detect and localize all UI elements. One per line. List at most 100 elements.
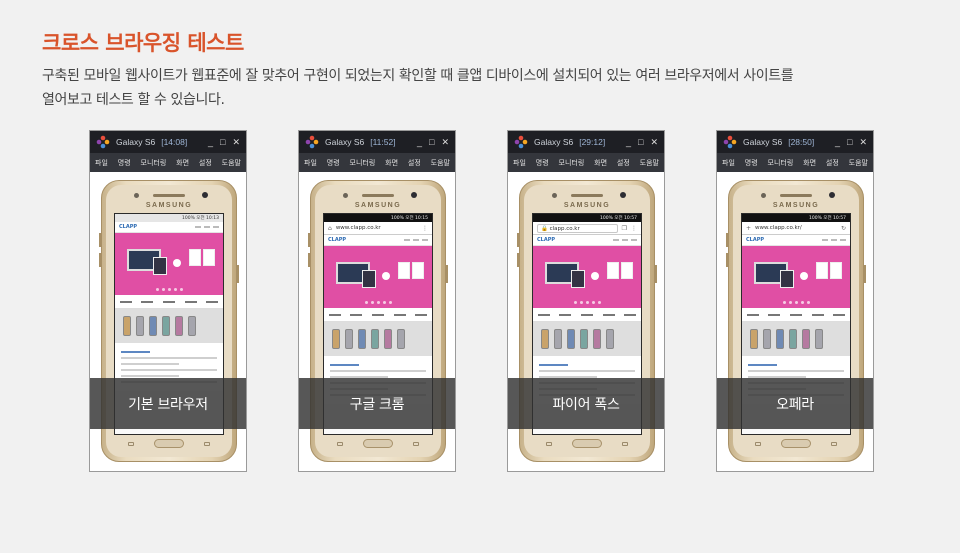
- menu-item-5[interactable]: 도움말: [431, 158, 450, 168]
- window-titlebar[interactable]: Galaxy S6 [29:12] _ □ ✕: [508, 131, 664, 153]
- url-text[interactable]: www.clapp.co.kr: [336, 225, 418, 231]
- recent-apps-key[interactable]: [337, 442, 343, 446]
- browser-url-bar[interactable]: 🔒 clapp.co.kr ❐ ⋮: [533, 222, 641, 235]
- session-time: [29:12]: [579, 137, 606, 147]
- site-banner[interactable]: [533, 246, 641, 308]
- site-logo[interactable]: CLAPP: [119, 224, 137, 230]
- maximize-icon[interactable]: □: [220, 137, 225, 147]
- phone-speaker: [571, 194, 603, 197]
- phone-speaker: [780, 194, 812, 197]
- site-nav[interactable]: [742, 308, 850, 322]
- browser-url-bar[interactable]: + www.clapp.co.kr/ ↻: [742, 222, 850, 235]
- minimize-icon[interactable]: _: [626, 137, 631, 147]
- minimize-icon[interactable]: _: [835, 137, 840, 147]
- menu-item-1[interactable]: 명령: [745, 158, 758, 168]
- phone-speaker: [362, 194, 394, 197]
- menu-item-3[interactable]: 화면: [594, 158, 607, 168]
- window-controls: _ □ ✕: [208, 137, 240, 147]
- site-banner[interactable]: [742, 246, 850, 308]
- site-logo[interactable]: CLAPP: [328, 237, 346, 243]
- menu-item-4[interactable]: 설정: [826, 158, 839, 168]
- plus-icon[interactable]: +: [746, 225, 751, 232]
- site-banner[interactable]: [115, 233, 223, 295]
- menu-item-4[interactable]: 설정: [408, 158, 421, 168]
- menu-item-2[interactable]: 모니터링: [141, 158, 167, 168]
- site-nav[interactable]: [533, 308, 641, 322]
- maximize-icon[interactable]: □: [429, 137, 434, 147]
- menu-item-0[interactable]: 파일: [513, 158, 526, 168]
- site-header[interactable]: CLAPP: [533, 235, 641, 246]
- menu-item-4[interactable]: 설정: [617, 158, 630, 168]
- browser-label: 파이어 폭스: [508, 378, 664, 429]
- device-lineup: [742, 322, 850, 356]
- site-nav[interactable]: [115, 295, 223, 309]
- site-banner[interactable]: [324, 246, 432, 308]
- menu-item-2[interactable]: 모니터링: [768, 158, 794, 168]
- phone-brand: SAMSUNG: [145, 202, 193, 209]
- menu-item-2[interactable]: 모니터링: [559, 158, 585, 168]
- menu-item-0[interactable]: 파일: [95, 158, 108, 168]
- reload-icon[interactable]: ↻: [841, 225, 846, 232]
- maximize-icon[interactable]: □: [638, 137, 643, 147]
- front-camera: [202, 192, 208, 198]
- site-header[interactable]: CLAPP: [742, 235, 850, 246]
- url-text[interactable]: www.clapp.co.kr/: [755, 225, 837, 231]
- session-time: [11:52]: [370, 137, 396, 147]
- site-header[interactable]: CLAPP: [324, 235, 432, 246]
- site-nav[interactable]: [324, 308, 432, 322]
- menu-item-4[interactable]: 설정: [199, 158, 212, 168]
- menu-item-5[interactable]: 도움말: [640, 158, 659, 168]
- menu-item-3[interactable]: 화면: [385, 158, 398, 168]
- menu-item-1[interactable]: 명령: [118, 158, 131, 168]
- url-text[interactable]: 🔒 clapp.co.kr: [537, 223, 618, 233]
- session-time: [28:50]: [788, 137, 815, 147]
- close-icon[interactable]: ✕: [232, 137, 240, 147]
- recent-apps-key[interactable]: [546, 442, 552, 446]
- phone-brand: SAMSUNG: [354, 202, 402, 209]
- site-logo[interactable]: CLAPP: [746, 237, 764, 243]
- home-button[interactable]: [572, 439, 602, 448]
- phone-speaker: [153, 194, 185, 197]
- menu-item-0[interactable]: 파일: [304, 158, 317, 168]
- home-button[interactable]: [154, 439, 184, 448]
- menu-item-3[interactable]: 화면: [803, 158, 816, 168]
- recent-apps-key[interactable]: [755, 442, 761, 446]
- back-key[interactable]: [413, 442, 419, 446]
- menu-item-5[interactable]: 도움말: [222, 158, 241, 168]
- close-icon[interactable]: ✕: [441, 137, 449, 147]
- back-key[interactable]: [204, 442, 210, 446]
- menu-item-5[interactable]: 도움말: [849, 158, 868, 168]
- page-description: 구축된 모바일 웹사이트가 웹표준에 잘 맞추어 구현이 되었는지 확인할 때 …: [42, 64, 922, 112]
- site-header[interactable]: CLAPP: [115, 222, 223, 233]
- status-bar: 100% 오전 10:57: [742, 214, 850, 222]
- close-icon[interactable]: ✕: [859, 137, 867, 147]
- front-camera: [620, 192, 626, 198]
- recent-apps-key[interactable]: [128, 442, 134, 446]
- window-titlebar[interactable]: Galaxy S6 [14:08] _ □ ✕: [90, 131, 246, 153]
- menu-item-0[interactable]: 파일: [722, 158, 735, 168]
- maximize-icon[interactable]: □: [847, 137, 852, 147]
- close-icon[interactable]: ✕: [650, 137, 658, 147]
- menu-icon[interactable]: ⋮: [631, 225, 637, 232]
- menu-item-2[interactable]: 모니터링: [350, 158, 376, 168]
- menu-item-1[interactable]: 명령: [536, 158, 549, 168]
- minimize-icon[interactable]: _: [208, 137, 213, 147]
- menu-icon[interactable]: ⋮: [422, 225, 428, 232]
- home-button[interactable]: [781, 439, 811, 448]
- menu-item-1[interactable]: 명령: [327, 158, 340, 168]
- window-titlebar[interactable]: Galaxy S6 [11:52] _ □ ✕: [299, 131, 455, 153]
- window-titlebar[interactable]: Galaxy S6 [28:50] _ □ ✕: [717, 131, 873, 153]
- menu-item-3[interactable]: 화면: [176, 158, 189, 168]
- back-key[interactable]: [622, 442, 628, 446]
- session-time: [14:08]: [161, 137, 188, 147]
- site-logo[interactable]: CLAPP: [537, 237, 555, 243]
- browser-url-bar[interactable]: ⌂ www.clapp.co.kr ⋮: [324, 222, 432, 235]
- front-camera: [411, 192, 417, 198]
- device-lineup: [324, 322, 432, 356]
- tabs-icon[interactable]: ❐: [622, 225, 627, 232]
- browser-label: 기본 브라우저: [90, 378, 246, 429]
- back-key[interactable]: [831, 442, 837, 446]
- minimize-icon[interactable]: _: [417, 137, 422, 147]
- home-button[interactable]: [363, 439, 393, 448]
- home-icon[interactable]: ⌂: [328, 225, 332, 232]
